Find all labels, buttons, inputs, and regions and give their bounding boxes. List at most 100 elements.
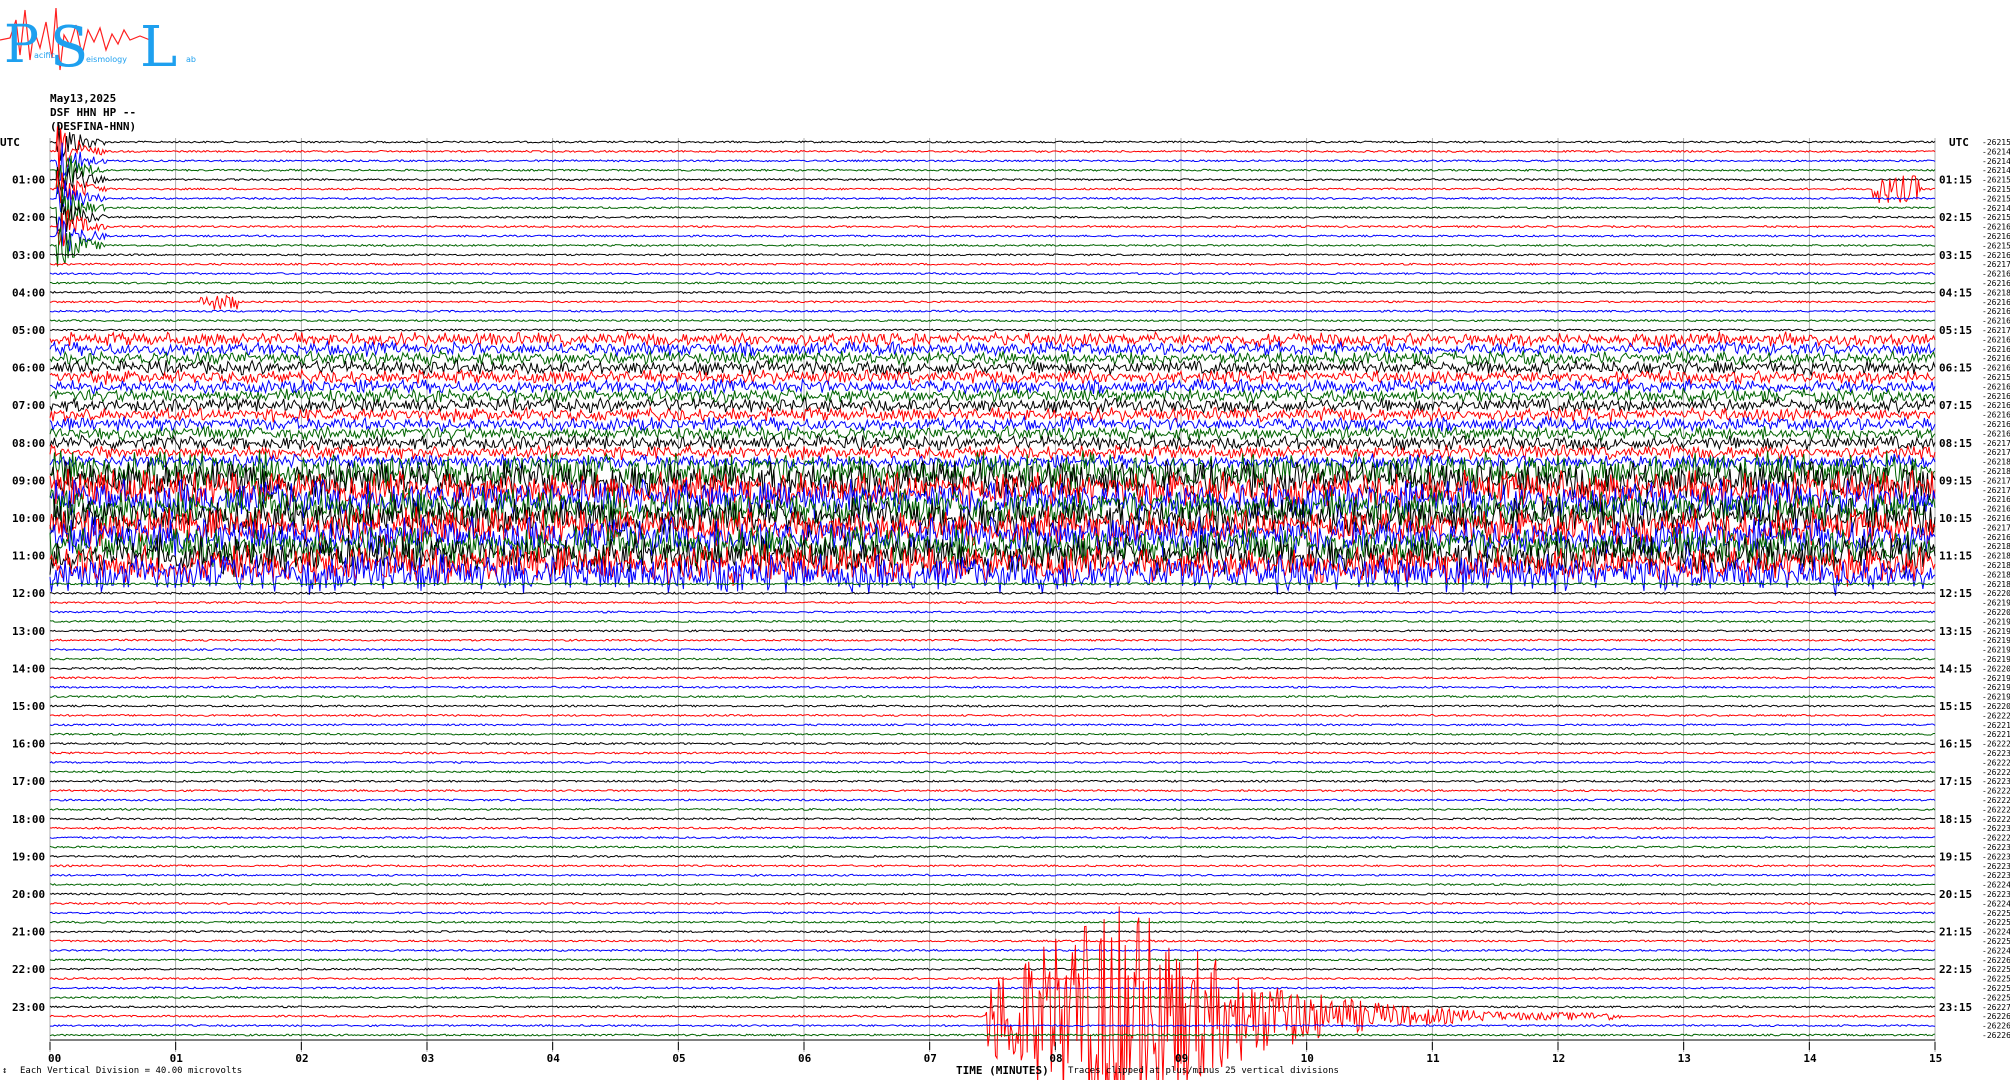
x-tick-label: 09 <box>1175 1052 1188 1065</box>
trace-offset-label: -26226 <box>1982 1022 2010 1031</box>
trace-offset-label: -26220 <box>1982 702 2010 711</box>
seismic-trace <box>49 629 1936 633</box>
trace-offset-label: -26220 <box>1982 664 2010 673</box>
x-tick-label: 12 <box>1552 1052 1565 1065</box>
trace-offset-label: -26223 <box>1982 824 2010 833</box>
trace-offset-label: -26222 <box>1982 711 2010 720</box>
seismic-trace <box>49 694 1936 699</box>
trace-offset-label: -26222 <box>1982 740 2010 749</box>
trace-offset-label: -26221 <box>1982 730 2010 739</box>
trace-offset-label: -26218 <box>1982 288 2010 297</box>
hour-label-left: 20:00 <box>12 888 45 901</box>
utc-label-right: UTC <box>1949 136 1969 149</box>
trace-offset-label: -26216 <box>1982 392 2010 401</box>
seismic-trace <box>49 685 1936 689</box>
seismic-trace <box>49 732 1935 736</box>
trace-offset-label: -26216 <box>1982 317 2010 326</box>
seismic-traces <box>49 124 1936 1080</box>
trace-offset-label: -26215 <box>1982 213 2010 222</box>
seismic-trace <box>49 610 1936 614</box>
x-tick-label: 10 <box>1301 1052 1314 1065</box>
trace-offset-label: -26223 <box>1982 777 2010 786</box>
trace-offset-label: -26224 <box>1982 881 2010 890</box>
hour-label-right: 21:15 <box>1939 926 1972 939</box>
hour-label-left: 16:00 <box>12 738 45 751</box>
trace-offset-label: -26215 <box>1982 176 2010 185</box>
trace-offset-label: -26216 <box>1982 533 2010 542</box>
trace-offset-label: -26225 <box>1982 965 2010 974</box>
seismic-trace <box>49 208 1936 247</box>
seismic-trace <box>49 358 1936 377</box>
trace-offset-label: -26222 <box>1982 805 2010 814</box>
trace-offset-label: -26216 <box>1982 279 2010 288</box>
seismic-trace <box>49 166 1936 197</box>
trace-offset-label: -26220 <box>1982 589 2010 598</box>
seismic-trace <box>49 309 1936 313</box>
seismic-trace <box>49 760 1936 765</box>
scale-marker: ↕ <box>2 1066 8 1076</box>
hour-label-right: 17:15 <box>1939 775 1972 788</box>
hour-label-left: 07:00 <box>12 399 45 412</box>
seismic-trace <box>49 478 1936 521</box>
hour-label-left: 19:00 <box>12 850 45 863</box>
trace-offset-label: -26222 <box>1982 758 2010 767</box>
trace-offset-label: -26216 <box>1982 270 2010 279</box>
trace-offset-label: -26216 <box>1982 514 2010 523</box>
hour-label-left: 15:00 <box>12 700 45 713</box>
x-tick-label: 03 <box>421 1052 434 1065</box>
seismic-trace <box>49 271 1936 276</box>
seismic-trace <box>49 986 1936 990</box>
x-tick-label: 13 <box>1678 1052 1691 1065</box>
hour-label-left: 08:00 <box>12 437 45 450</box>
trace-offset-label: -26218 <box>1982 542 2010 551</box>
seismic-trace <box>49 741 1936 746</box>
hour-label-right: 06:15 <box>1939 362 1972 375</box>
trace-offset-label: -26219 <box>1982 683 2010 692</box>
trace-offset-label: -26218 <box>1982 458 2010 467</box>
trace-offset-label: -26225 <box>1982 909 2010 918</box>
trace-offset-label: -26216 <box>1982 401 2010 410</box>
trace-offset-label: -26219 <box>1982 627 2010 636</box>
trace-offset-label: -26224 <box>1982 946 2010 955</box>
seismic-trace <box>49 835 1936 840</box>
hour-label-right: 11:15 <box>1939 550 1972 563</box>
trace-offset-label: -26214 <box>1982 157 2010 166</box>
trace-offset-label: -26216 <box>1982 495 2010 504</box>
trace-offset-label: -26223 <box>1982 862 2010 871</box>
seismic-trace <box>49 676 1936 680</box>
trace-offset-label: -26218 <box>1982 467 2010 476</box>
seismic-trace <box>49 929 1936 934</box>
seismic-trace <box>49 226 1936 267</box>
seismic-trace <box>49 424 1936 443</box>
seismic-trace <box>49 638 1936 642</box>
seismic-trace <box>49 770 1936 774</box>
hour-label-right: 07:15 <box>1939 399 1972 412</box>
trace-offset-label: -26219 <box>1982 693 2010 702</box>
seismic-trace <box>49 873 1936 877</box>
trace-offset-label: -26225 <box>1982 993 2010 1002</box>
trace-offset-label: -26215 <box>1982 241 2010 250</box>
hour-label-right: 18:15 <box>1939 813 1972 826</box>
trace-offset-label: -26219 <box>1982 636 2010 645</box>
trace-offset-label: -26216 <box>1982 429 2010 438</box>
seismic-trace <box>49 911 1936 915</box>
trace-offset-label: -26216 <box>1982 232 2010 241</box>
trace-offset-label: -26217 <box>1982 326 2010 335</box>
trace-offset-label: -26225 <box>1982 937 2010 946</box>
seismic-trace <box>49 704 1936 708</box>
trace-offset-label: -26225 <box>1982 984 2010 993</box>
seismic-trace <box>49 958 1936 962</box>
seismic-trace <box>49 126 1936 175</box>
trace-offset-label: -26223 <box>1982 749 2010 758</box>
trace-offset-label: -26222 <box>1982 787 2010 796</box>
minute-grid <box>49 138 1936 1052</box>
seismic-trace <box>49 330 1936 349</box>
hour-label-left: 03:00 <box>12 249 45 262</box>
hour-label-right: 01:15 <box>1939 174 1972 187</box>
trace-offset-label: -26223 <box>1982 890 2010 899</box>
trace-offset-label: -26216 <box>1982 411 2010 420</box>
seismic-trace <box>49 995 1936 1000</box>
seismic-trace <box>49 294 1936 310</box>
trace-offset-label: -26216 <box>1982 335 2010 344</box>
seismic-trace <box>49 939 1936 943</box>
